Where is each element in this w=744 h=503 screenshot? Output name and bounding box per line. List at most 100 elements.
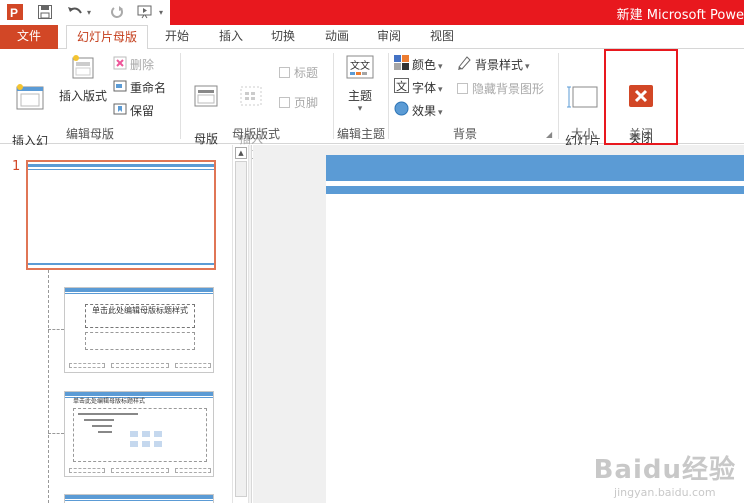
tab-slide-master[interactable]: 幻灯片母版	[66, 25, 148, 50]
layout-connector-branch	[48, 329, 64, 330]
tab-file[interactable]: 文件	[0, 25, 58, 49]
title-bar: P ▾ ▾ 新建 Microsoft Powe	[0, 0, 744, 25]
close-group-label: 关闭	[628, 127, 653, 141]
insert-layout-label: 插入版式	[58, 89, 107, 103]
tab-view[interactable]: 视图	[417, 25, 467, 49]
delete-icon	[113, 56, 127, 73]
background-styles-button[interactable]: 背景样式	[457, 54, 530, 74]
layout-number-placeholder	[175, 468, 211, 473]
insert-slide-master-icon	[6, 68, 54, 115]
rename-button[interactable]: 重命名	[113, 77, 166, 97]
thumbnail-scrollbar[interactable]: ▲	[232, 145, 249, 503]
rename-icon	[113, 79, 127, 96]
tab-transitions[interactable]: 切换	[258, 25, 308, 49]
thumb-top-line	[65, 500, 213, 501]
fonts-button[interactable]: 文 字体	[394, 77, 443, 97]
thumb-top-bar	[28, 164, 214, 167]
layout-number-placeholder	[175, 363, 211, 368]
footer-checkbox-box[interactable]	[279, 96, 290, 108]
slide-size-icon	[562, 68, 604, 115]
window-title: 新建 Microsoft Powe	[616, 8, 744, 23]
title-checkbox-box[interactable]	[279, 66, 290, 78]
save-icon[interactable]	[36, 3, 54, 21]
ribbon: 插入幻 灯片母版 插入版式 删除 重命名 保留 编辑母版 母版 版式 插入 占位…	[0, 49, 744, 163]
colors-icon	[394, 55, 409, 73]
master-layout-group-label: 母版版式	[231, 127, 280, 141]
ribbon-tabs: 文件 幻灯片母版 开始 插入 切换 动画 审阅 视图	[0, 25, 744, 50]
group-separator	[604, 53, 605, 139]
layout-thumbnail[interactable]: 单击此处编辑母版标题样式	[64, 287, 214, 373]
preserve-icon	[113, 102, 127, 119]
powerpoint-logo-icon: P	[6, 3, 24, 21]
group-separator	[558, 53, 559, 139]
hide-background-graphics-checkbox[interactable]: 隐藏背景图形	[457, 78, 544, 98]
background-styles-icon	[457, 55, 472, 73]
title-checkbox-label: 标题	[294, 65, 319, 80]
background-styles-label: 背景样式	[475, 56, 530, 73]
watermark-url: jingyan.baidu.com	[614, 486, 716, 499]
preserve-label: 保留	[130, 103, 155, 118]
layout-subtitle-placeholder	[85, 332, 195, 350]
themes-label: 主题	[347, 89, 372, 103]
hide-background-graphics-label: 隐藏背景图形	[472, 81, 545, 96]
delete-label: 删除	[130, 57, 155, 72]
undo-dropdown-icon[interactable]: ▾	[84, 3, 94, 21]
title-checkbox[interactable]: 标题	[279, 62, 318, 82]
effects-button[interactable]: 效果	[394, 100, 443, 120]
colors-label: 颜色	[412, 56, 443, 73]
insert-layout-icon	[58, 53, 108, 85]
insert-placeholder-icon	[228, 68, 274, 113]
layout-connector-branch	[48, 433, 64, 434]
close-icon	[610, 68, 672, 113]
svg-text:P: P	[10, 6, 18, 20]
size-group-label: 大小	[570, 127, 595, 141]
fonts-label: 字体	[412, 79, 443, 96]
tab-animations[interactable]: 动画	[312, 25, 362, 49]
scroll-thumb[interactable]	[235, 161, 247, 497]
themes-icon: 文文	[340, 53, 380, 85]
layout-footer-placeholder	[111, 363, 169, 368]
edit-master-group-label: 编辑母版	[65, 127, 114, 141]
watermark-logo: Baidu经验	[593, 455, 736, 485]
preserve-button[interactable]: 保留	[113, 100, 154, 120]
insert-layout-button[interactable]: 插入版式	[58, 53, 108, 104]
start-from-beginning-icon[interactable]	[136, 3, 154, 21]
layout-date-placeholder	[69, 468, 105, 473]
scroll-up-arrow-icon[interactable]: ▲	[235, 147, 247, 159]
layout-date-placeholder	[69, 363, 105, 368]
footer-checkbox[interactable]: 页脚	[279, 92, 318, 112]
layout-thumbnail[interactable]	[64, 494, 214, 503]
thumb-top-bar	[65, 288, 213, 292]
hide-background-graphics-box[interactable]	[457, 82, 468, 94]
tab-home[interactable]: 开始	[152, 25, 202, 49]
delete-button[interactable]: 删除	[113, 54, 154, 74]
group-separator	[388, 53, 389, 139]
tab-review[interactable]: 审阅	[364, 25, 414, 49]
watermark: Baidu经验 jingyan.baidu.com	[594, 449, 736, 499]
layout-thumbnail[interactable]: 单击此处编辑母版标题样式	[64, 391, 214, 477]
undo-icon[interactable]	[66, 3, 84, 21]
footer-checkbox-label: 页脚	[294, 95, 319, 110]
group-separator	[180, 53, 181, 139]
customize-qat-icon[interactable]: ▾	[156, 3, 166, 21]
themes-button[interactable]: 文文 主题 ▾	[340, 53, 380, 114]
colors-button[interactable]: 颜色	[394, 54, 443, 74]
pane-splitter[interactable]	[249, 145, 252, 503]
edit-theme-group-label: 编辑主题	[336, 127, 385, 141]
master-layout-icon	[186, 68, 226, 113]
rename-label: 重命名	[130, 80, 167, 95]
slide-header-line	[326, 186, 744, 194]
effects-label: 效果	[412, 102, 443, 119]
layout-title-placeholder: 单击此处编辑母版标题样式	[73, 398, 146, 405]
background-dialog-launcher-icon[interactable]: ◢	[546, 130, 552, 139]
tab-insert[interactable]: 插入	[206, 25, 256, 49]
slide-number: 1	[12, 159, 21, 174]
redo-icon[interactable]	[108, 3, 126, 21]
svg-text:文: 文	[396, 79, 407, 93]
fonts-icon: 文	[394, 78, 409, 96]
svg-text:文文: 文文	[350, 59, 370, 72]
thumb-bottom-line	[28, 263, 214, 265]
thumb-top-line	[28, 169, 214, 170]
title-bar-background: 新建 Microsoft Powe	[170, 0, 744, 25]
slide-master-thumbnail[interactable]	[26, 160, 216, 270]
